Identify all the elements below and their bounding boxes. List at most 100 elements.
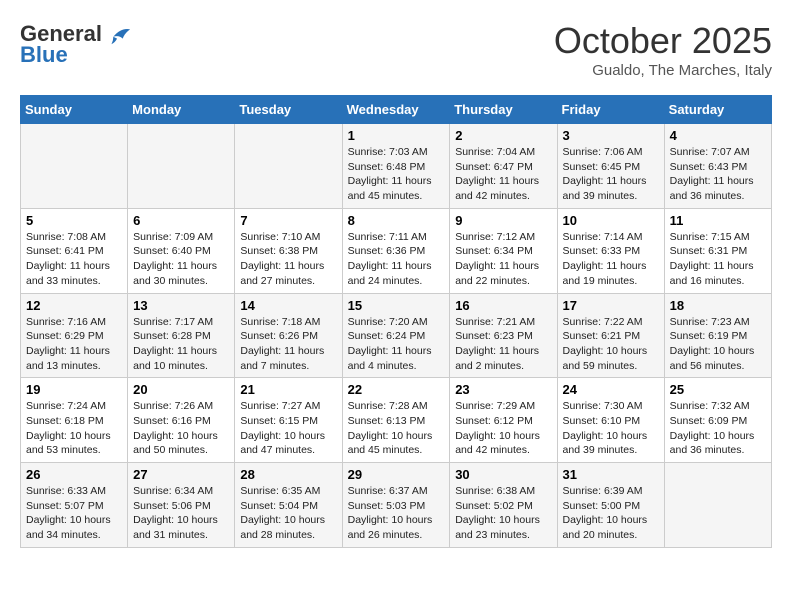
calendar-cell	[664, 463, 771, 548]
calendar-cell	[21, 124, 128, 209]
day-number: 16	[455, 298, 551, 313]
calendar-cell: 1 Sunrise: 7:03 AM Sunset: 6:48 PM Daylig…	[342, 124, 450, 209]
day-info: Sunrise: 7:12 AM Sunset: 6:34 PM Dayligh…	[455, 230, 551, 289]
day-info: Sunrise: 7:14 AM Sunset: 6:33 PM Dayligh…	[563, 230, 659, 289]
day-info: Sunrise: 6:37 AM Sunset: 5:03 PM Dayligh…	[348, 484, 445, 543]
day-number: 23	[455, 382, 551, 397]
calendar-week-row: 5 Sunrise: 7:08 AM Sunset: 6:41 PM Daylig…	[21, 208, 772, 293]
day-number: 19	[26, 382, 122, 397]
calendar-cell: 28 Sunrise: 6:35 AM Sunset: 5:04 PM Dayli…	[235, 463, 342, 548]
calendar-cell: 5 Sunrise: 7:08 AM Sunset: 6:41 PM Daylig…	[21, 208, 128, 293]
day-number: 13	[133, 298, 229, 313]
day-number: 14	[240, 298, 336, 313]
day-info: Sunrise: 7:26 AM Sunset: 6:16 PM Dayligh…	[133, 399, 229, 458]
calendar-cell: 10 Sunrise: 7:14 AM Sunset: 6:33 PM Dayli…	[557, 208, 664, 293]
day-info: Sunrise: 7:11 AM Sunset: 6:36 PM Dayligh…	[348, 230, 445, 289]
day-info: Sunrise: 6:34 AM Sunset: 5:06 PM Dayligh…	[133, 484, 229, 543]
day-number: 2	[455, 128, 551, 143]
day-info: Sunrise: 7:17 AM Sunset: 6:28 PM Dayligh…	[133, 315, 229, 374]
calendar-week-row: 1 Sunrise: 7:03 AM Sunset: 6:48 PM Daylig…	[21, 124, 772, 209]
calendar-cell: 14 Sunrise: 7:18 AM Sunset: 6:26 PM Dayli…	[235, 293, 342, 378]
day-info: Sunrise: 7:32 AM Sunset: 6:09 PM Dayligh…	[670, 399, 766, 458]
day-info: Sunrise: 7:10 AM Sunset: 6:38 PM Dayligh…	[240, 230, 336, 289]
day-number: 24	[563, 382, 659, 397]
calendar-cell: 30Sunrise: 6:38 AM Sunset: 5:02 PM Dayli…	[450, 463, 557, 548]
day-info: Sunrise: 7:29 AM Sunset: 6:12 PM Dayligh…	[455, 399, 551, 458]
calendar-cell: 15 Sunrise: 7:20 AM Sunset: 6:24 PM Dayli…	[342, 293, 450, 378]
day-number: 10	[563, 213, 659, 228]
calendar-cell: 16 Sunrise: 7:21 AM Sunset: 6:23 PM Dayli…	[450, 293, 557, 378]
day-info: Sunrise: 7:27 AM Sunset: 6:15 PM Dayligh…	[240, 399, 336, 458]
day-number: 22	[348, 382, 445, 397]
logo-bird-icon	[104, 20, 132, 48]
calendar-cell: 27 Sunrise: 6:34 AM Sunset: 5:06 PM Dayli…	[128, 463, 235, 548]
calendar-cell: 19 Sunrise: 7:24 AM Sunset: 6:18 PM Dayli…	[21, 378, 128, 463]
day-number: 9	[455, 213, 551, 228]
col-header-friday: Friday	[557, 96, 664, 124]
day-info: Sunrise: 7:20 AM Sunset: 6:24 PM Dayligh…	[348, 315, 445, 374]
day-number: 8	[348, 213, 445, 228]
day-number: 6	[133, 213, 229, 228]
calendar-cell: 18Sunrise: 7:23 AM Sunset: 6:19 PM Dayli…	[664, 293, 771, 378]
calendar-cell: 4 Sunrise: 7:07 AM Sunset: 6:43 PM Daylig…	[664, 124, 771, 209]
calendar-cell: 9 Sunrise: 7:12 AM Sunset: 6:34 PM Daylig…	[450, 208, 557, 293]
calendar-cell: 7 Sunrise: 7:10 AM Sunset: 6:38 PM Daylig…	[235, 208, 342, 293]
day-number: 21	[240, 382, 336, 397]
day-number: 3	[563, 128, 659, 143]
calendar-cell: 24 Sunrise: 7:30 AM Sunset: 6:10 PM Dayli…	[557, 378, 664, 463]
day-number: 20	[133, 382, 229, 397]
month-title: October 2025	[554, 20, 772, 62]
day-number: 15	[348, 298, 445, 313]
col-header-wednesday: Wednesday	[342, 96, 450, 124]
calendar-cell: 6 Sunrise: 7:09 AM Sunset: 6:40 PM Daylig…	[128, 208, 235, 293]
day-info: Sunrise: 7:16 AM Sunset: 6:29 PM Dayligh…	[26, 315, 122, 374]
calendar-cell: 8 Sunrise: 7:11 AM Sunset: 6:36 PM Daylig…	[342, 208, 450, 293]
location-subtitle: Gualdo, The Marches, Italy	[554, 62, 772, 79]
calendar-cell: 3Sunrise: 7:06 AM Sunset: 6:45 PM Daylig…	[557, 124, 664, 209]
day-info: Sunrise: 6:39 AM Sunset: 5:00 PM Dayligh…	[563, 484, 659, 543]
logo: General Blue	[20, 20, 132, 68]
calendar-cell: 20 Sunrise: 7:26 AM Sunset: 6:16 PM Dayli…	[128, 378, 235, 463]
day-info: Sunrise: 7:30 AM Sunset: 6:10 PM Dayligh…	[563, 399, 659, 458]
day-info: Sunrise: 7:22 AM Sunset: 6:21 PM Dayligh…	[563, 315, 659, 374]
calendar-cell: 2 Sunrise: 7:04 AM Sunset: 6:47 PM Daylig…	[450, 124, 557, 209]
col-header-monday: Monday	[128, 96, 235, 124]
day-number: 25	[670, 382, 766, 397]
col-header-sunday: Sunday	[21, 96, 128, 124]
day-info: Sunrise: 7:09 AM Sunset: 6:40 PM Dayligh…	[133, 230, 229, 289]
day-info: Sunrise: 7:15 AM Sunset: 6:31 PM Dayligh…	[670, 230, 766, 289]
day-info: Sunrise: 7:18 AM Sunset: 6:26 PM Dayligh…	[240, 315, 336, 374]
day-info: Sunrise: 6:35 AM Sunset: 5:04 PM Dayligh…	[240, 484, 336, 543]
day-info: Sunrise: 7:21 AM Sunset: 6:23 PM Dayligh…	[455, 315, 551, 374]
calendar-cell	[235, 124, 342, 209]
calendar-cell: 26 Sunrise: 6:33 AM Sunset: 5:07 PM Dayli…	[21, 463, 128, 548]
day-info: Sunrise: 7:03 AM Sunset: 6:48 PM Dayligh…	[348, 145, 445, 204]
calendar-week-row: 26 Sunrise: 6:33 AM Sunset: 5:07 PM Dayli…	[21, 463, 772, 548]
day-info: Sunrise: 7:08 AM Sunset: 6:41 PM Dayligh…	[26, 230, 122, 289]
day-number: 29	[348, 467, 445, 482]
day-number: 17	[563, 298, 659, 313]
day-number: 18	[670, 298, 766, 313]
calendar-cell: 29 Sunrise: 6:37 AM Sunset: 5:03 PM Dayli…	[342, 463, 450, 548]
day-info: Sunrise: 7:28 AM Sunset: 6:13 PM Dayligh…	[348, 399, 445, 458]
day-number: 12	[26, 298, 122, 313]
day-number: 7	[240, 213, 336, 228]
day-info: Sunrise: 7:24 AM Sunset: 6:18 PM Dayligh…	[26, 399, 122, 458]
day-number: 26	[26, 467, 122, 482]
calendar-cell: 11Sunrise: 7:15 AM Sunset: 6:31 PM Dayli…	[664, 208, 771, 293]
calendar-week-row: 19 Sunrise: 7:24 AM Sunset: 6:18 PM Dayli…	[21, 378, 772, 463]
calendar-cell: 23 Sunrise: 7:29 AM Sunset: 6:12 PM Dayli…	[450, 378, 557, 463]
day-number: 30	[455, 467, 551, 482]
day-number: 1	[348, 128, 445, 143]
day-number: 5	[26, 213, 122, 228]
calendar-cell: 31Sunrise: 6:39 AM Sunset: 5:00 PM Dayli…	[557, 463, 664, 548]
day-info: Sunrise: 7:07 AM Sunset: 6:43 PM Dayligh…	[670, 145, 766, 204]
calendar-cell: 13 Sunrise: 7:17 AM Sunset: 6:28 PM Dayli…	[128, 293, 235, 378]
col-header-thursday: Thursday	[450, 96, 557, 124]
day-number: 4	[670, 128, 766, 143]
day-info: Sunrise: 7:04 AM Sunset: 6:47 PM Dayligh…	[455, 145, 551, 204]
day-info: Sunrise: 6:33 AM Sunset: 5:07 PM Dayligh…	[26, 484, 122, 543]
day-number: 27	[133, 467, 229, 482]
day-number: 28	[240, 467, 336, 482]
calendar-cell: 17 Sunrise: 7:22 AM Sunset: 6:21 PM Dayli…	[557, 293, 664, 378]
